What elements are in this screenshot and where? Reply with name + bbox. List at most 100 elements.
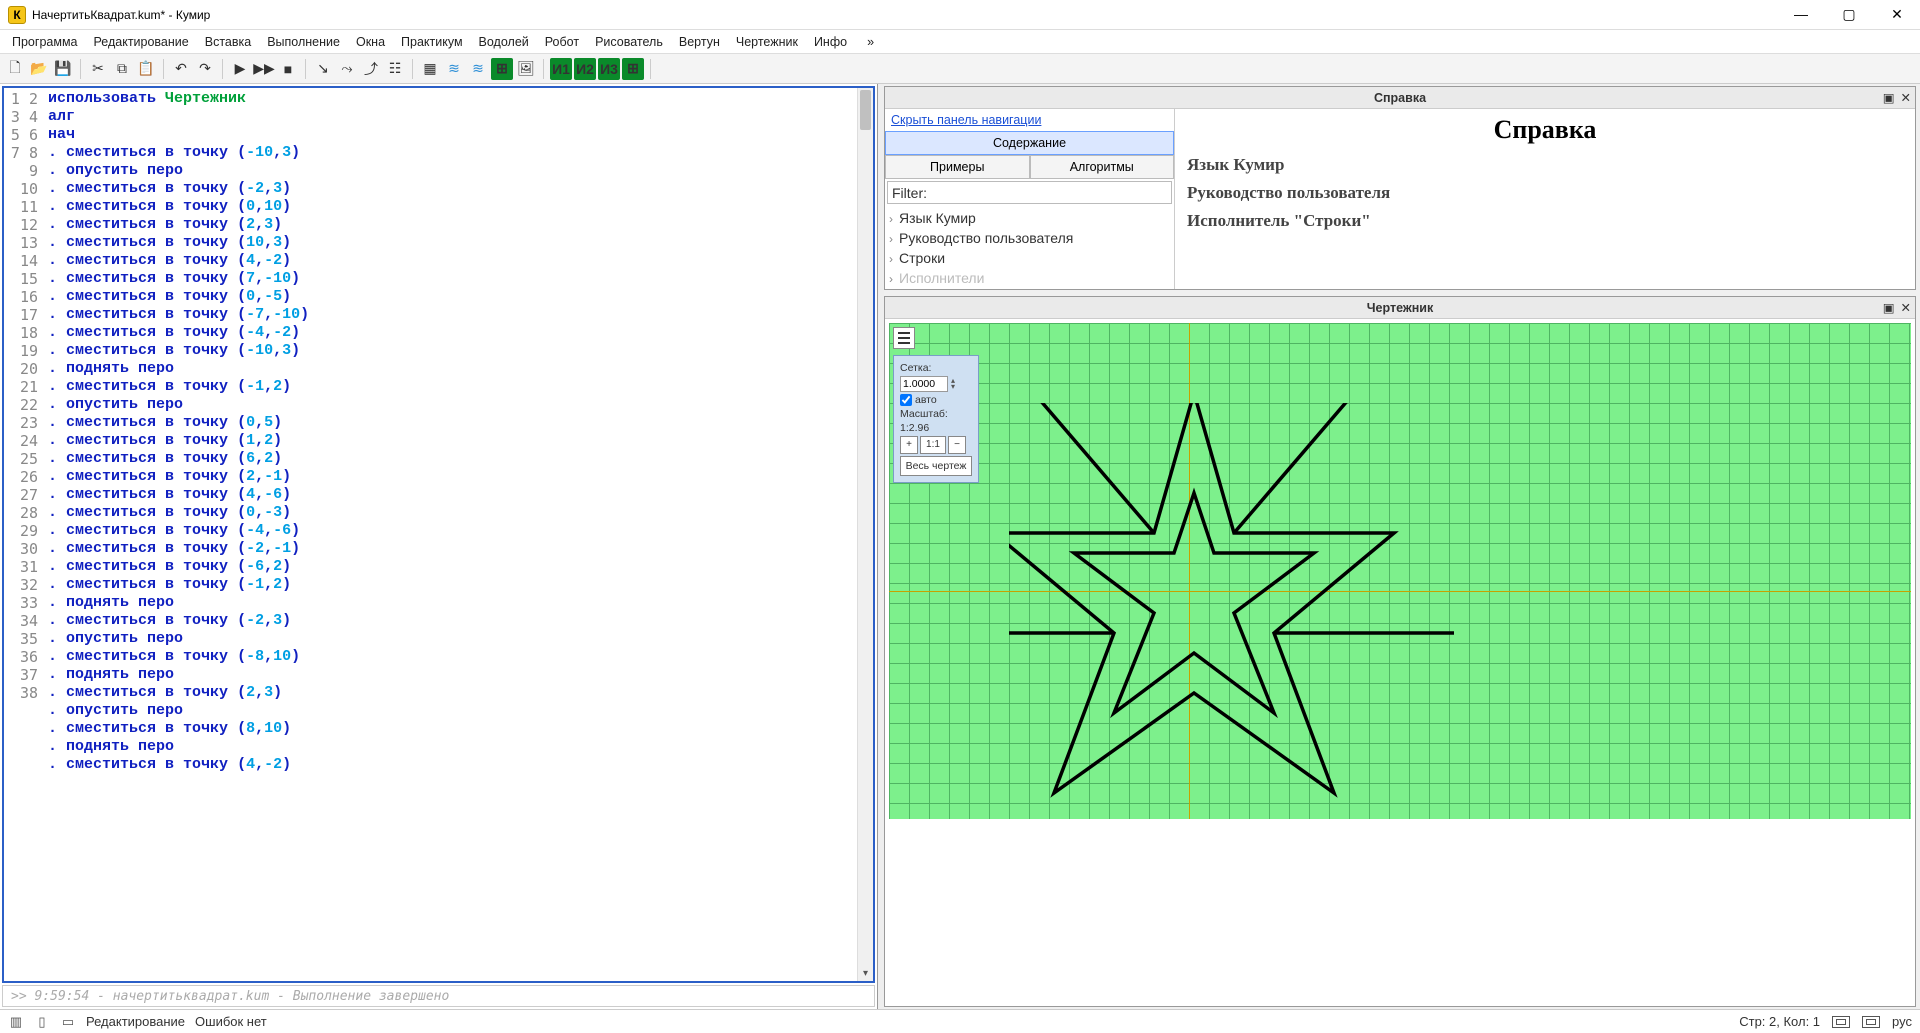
copy-icon[interactable]: ⧉ [111,58,133,80]
minimize-button[interactable]: — [1786,6,1816,23]
performer3-icon[interactable]: И3 [598,58,620,80]
zoom-out-button[interactable]: − [948,436,966,454]
separator [412,59,413,79]
panel-close-icon[interactable]: ✕ [1901,300,1911,315]
window-icon[interactable]: ▦ [419,58,441,80]
panel-close-icon[interactable]: ✕ [1901,90,1911,105]
app-icon: К [8,6,26,24]
code-editor[interactable]: 1 2 3 4 5 6 7 8 9 10 11 12 13 14 15 16 1… [2,86,875,983]
menu-Выполнение[interactable]: Выполнение [261,33,346,51]
menu-Редактирование[interactable]: Редактирование [88,33,195,51]
open-file-icon[interactable]: 📂 [28,58,50,80]
window-title: НачертитьКвадрат.kum* - Кумир [32,8,1786,22]
tab-algorithms[interactable]: Алгоритмы [1030,155,1175,179]
grid-step-input[interactable] [900,376,948,392]
code-area[interactable]: использовать Чертежник алг нач . сместит… [44,88,873,981]
menu-Чертежник[interactable]: Чертежник [730,33,804,51]
menu-Инфо[interactable]: Инфо [808,33,853,51]
hide-nav-link[interactable]: Скрыть панель навигации [885,109,1174,131]
close-button[interactable]: ✕ [1882,6,1912,23]
save-file-icon[interactable]: 💾 [52,58,74,80]
status-icon-1[interactable]: ▥ [8,1014,24,1030]
new-file-icon[interactable]: 🗋 [4,58,26,80]
menu-Водолей[interactable]: Водолей [473,33,535,51]
zoom-reset-button[interactable]: 1:1 [920,436,946,454]
status-bar: ▥ ▯ ▭ Редактирование Ошибок нет Стр: 2, … [0,1009,1920,1033]
menu-Робот[interactable]: Робот [539,33,585,51]
performer4-icon[interactable]: ⊞ [622,58,644,80]
keyboard-icon-2[interactable] [1862,1016,1880,1028]
toolbar: 🗋 📂 💾 ✂ ⧉ 📋 ↶ ↷ ▶ ▶▶ ■ ↘ ⤳ ⤴ ☷ ▦ ≋ ≋ ⊞ 🖼… [0,54,1920,84]
status-icon-3[interactable]: ▭ [60,1014,76,1030]
title-bar: К НачертитьКвадрат.kum* - Кумир — ▢ ✕ [0,0,1920,30]
wave2-icon[interactable]: ≋ [467,58,489,80]
auto-grid-checkbox[interactable] [900,394,912,406]
menu-Рисователь[interactable]: Рисователь [589,33,669,51]
scrollbar-thumb[interactable] [860,90,871,130]
menu-Вертун[interactable]: Вертун [673,33,726,51]
zoom-in-button[interactable]: + [900,436,918,454]
menu-Программа[interactable]: Программа [6,33,84,51]
menu-Практикум[interactable]: Практикум [395,33,469,51]
spinner-icon[interactable]: ▴▾ [951,378,961,390]
step-into-icon[interactable]: ↘ [312,58,334,80]
paste-icon[interactable]: 📋 [135,58,157,80]
tree-item[interactable]: Исполнители [889,268,1170,288]
canvas-controls: Сетка: ▴▾ авто Масштаб: 1:2.96 + 1:1 − [893,355,979,483]
tree-item[interactable]: Строки [889,248,1170,268]
maximize-button[interactable]: ▢ [1834,6,1864,23]
separator [222,59,223,79]
status-mode: Редактирование [86,1014,185,1029]
help-panel-title: Справка ▣ ✕ [885,87,1915,109]
tree-item[interactable]: Руководство пользователя [889,228,1170,248]
grid-background [889,323,1911,819]
panel-maximize-icon[interactable]: ▣ [1883,300,1895,315]
console-output: >> 9:59:54 - начертитьквадрат.kum - Выпо… [2,985,875,1007]
keyboard-icon[interactable] [1832,1016,1850,1028]
drawer-canvas[interactable]: Сетка: ▴▾ авто Масштаб: 1:2.96 + 1:1 − [885,319,1915,823]
tab-content[interactable]: Содержание [885,131,1174,155]
help-tree[interactable]: Язык КумирРуководство пользователяСтроки… [885,206,1174,289]
menu-Вставка[interactable]: Вставка [199,33,257,51]
filter-input[interactable] [931,182,1171,203]
auto-label: авто [915,394,937,406]
drawer-panel: Чертежник ▣ ✕ Сетка: ▴▾ [884,296,1916,1007]
redo-icon[interactable]: ↷ [194,58,216,80]
help-content-title: Справка [1187,115,1903,145]
help-link[interactable]: Руководство пользователя [1187,183,1903,203]
help-link[interactable]: Исполнитель "Строки" [1187,211,1903,231]
performer2-icon[interactable]: И2 [574,58,596,80]
performer1-icon[interactable]: И1 [550,58,572,80]
scale-label: Масштаб: [900,408,972,420]
cut-icon[interactable]: ✂ [87,58,109,80]
canvas-menu-icon[interactable] [893,327,915,349]
stop-icon[interactable]: ■ [277,58,299,80]
tab-examples[interactable]: Примеры [885,155,1030,179]
run-pause-icon[interactable]: ▶▶ [253,58,275,80]
step-over-icon[interactable]: ⤳ [336,58,358,80]
menu-overflow[interactable]: » [861,33,880,51]
separator [80,59,81,79]
status-icon-2[interactable]: ▯ [34,1014,50,1030]
menu-Окна[interactable]: Окна [350,33,391,51]
filter-label: Filter: [888,183,931,203]
scale-value: 1:2.96 [900,422,972,434]
editor-scrollbar[interactable]: ▾ [857,88,873,981]
image-icon[interactable]: 🖼 [515,58,537,80]
panel-maximize-icon[interactable]: ▣ [1883,90,1895,105]
separator [650,59,651,79]
help-link[interactable]: Язык Кумир [1187,155,1903,175]
robot-icon[interactable]: ☷ [384,58,406,80]
robot-window-icon[interactable]: ⊞ [491,58,513,80]
drawing-output [1009,403,1469,823]
fit-all-button[interactable]: Весь чертеж [900,456,972,476]
wave1-icon[interactable]: ≋ [443,58,465,80]
separator [163,59,164,79]
grid-label: Сетка: [900,362,972,374]
step-out-icon[interactable]: ⤴ [360,58,382,80]
undo-icon[interactable]: ↶ [170,58,192,80]
scroll-down-icon[interactable]: ▾ [858,968,873,979]
run-icon[interactable]: ▶ [229,58,251,80]
tree-item[interactable]: Язык Кумир [889,208,1170,228]
console-text: >> 9:59:54 - начертитьквадрат.kum - Выпо… [11,989,449,1004]
